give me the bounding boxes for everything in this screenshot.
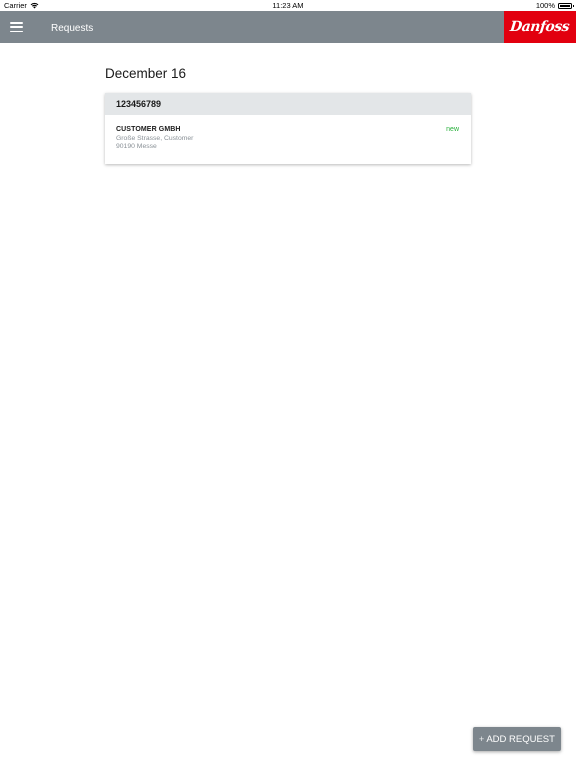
plus-icon: + (479, 733, 485, 744)
request-card[interactable]: 123456789 CUSTOMER GMBH Große Strasse, C… (105, 93, 471, 164)
logo-text: Danfoss (509, 19, 571, 35)
status-bar: Carrier 11:23 AM 100% (0, 0, 576, 11)
battery-icon (558, 2, 574, 9)
requests-list: December 16 123456789 CUSTOMER GMBH Groß… (105, 43, 472, 164)
clock: 11:23 AM (272, 1, 304, 10)
battery-percent: 100% (535, 1, 555, 10)
page-title: Requests (51, 23, 94, 34)
customer-name: CUSTOMER GMBH (116, 126, 181, 133)
add-request-button[interactable]: + ADD REQUEST (473, 727, 561, 751)
add-request-label: ADD REQUEST (486, 733, 555, 745)
hamburger-menu-icon[interactable] (10, 22, 23, 33)
date-heading: December 16 (105, 66, 187, 81)
status-badge: new (446, 126, 459, 133)
request-id: 123456789 (105, 93, 471, 115)
customer-address-line1: Große Strasse, Customer (116, 134, 194, 142)
customer-address-line2: 90190 Messe (116, 143, 157, 150)
status-right: 100% (535, 1, 574, 10)
danfoss-logo: Danfoss (504, 11, 576, 43)
nav-bar: Requests Danfoss (0, 11, 576, 43)
request-card-body: CUSTOMER GMBH Große Strasse, Customer 90… (105, 115, 471, 164)
